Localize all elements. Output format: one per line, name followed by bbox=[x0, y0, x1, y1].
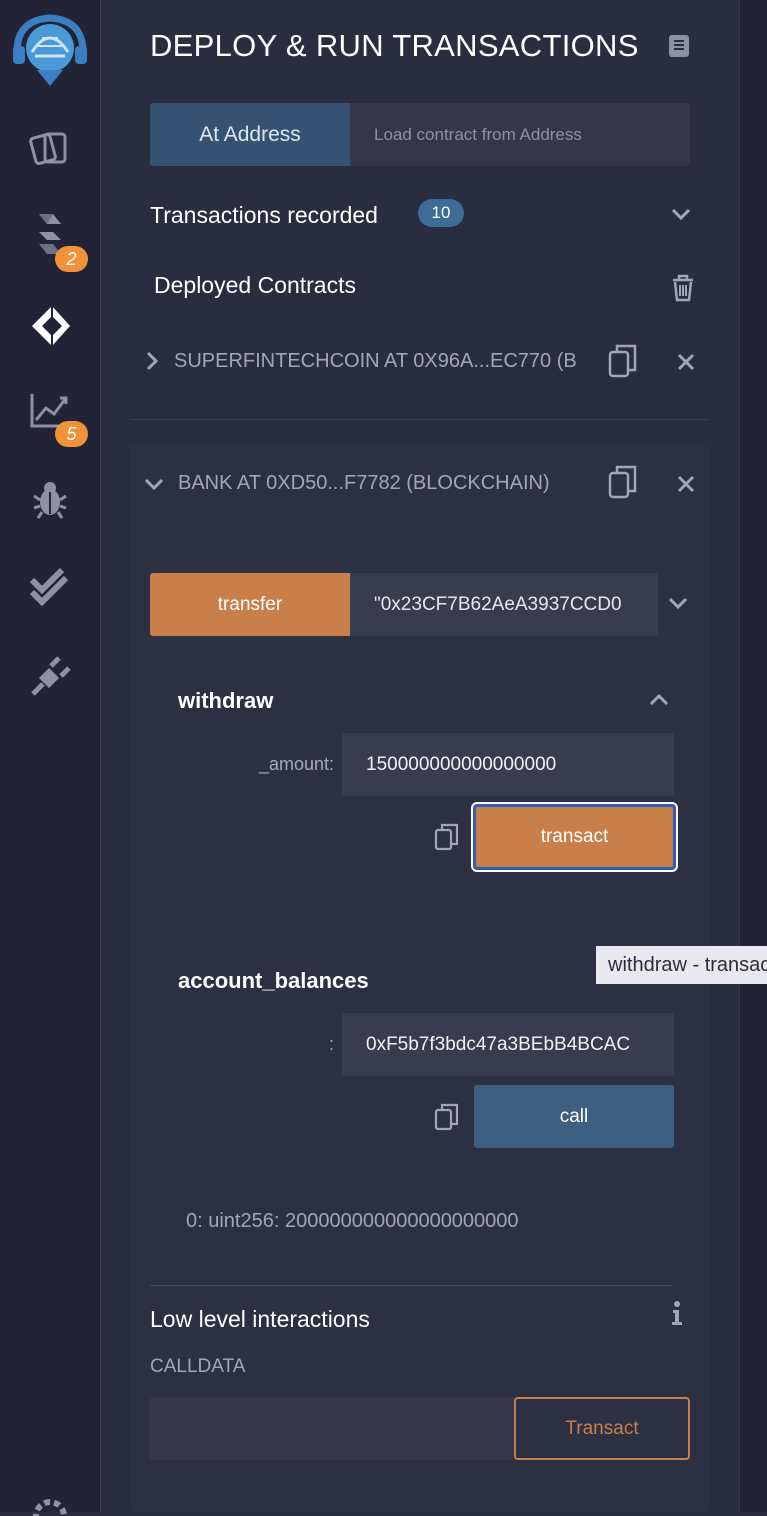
chevron-down-icon[interactable] bbox=[670, 206, 692, 227]
chevron-up-icon[interactable] bbox=[648, 692, 670, 713]
editor-edge bbox=[739, 0, 767, 1512]
transactions-count-badge: 10 bbox=[418, 199, 464, 227]
close-icon[interactable] bbox=[676, 352, 696, 377]
address-param-label: : bbox=[328, 1034, 334, 1054]
testing-icon[interactable] bbox=[0, 566, 100, 606]
divider bbox=[150, 1285, 672, 1286]
calldata-label: CALLDATA bbox=[150, 1356, 246, 1377]
contract-superfintechcoin[interactable]: SUPERFINTECHCOIN AT 0X96A...EC770 (BLOCK… bbox=[174, 350, 578, 373]
remix-logo-icon[interactable] bbox=[0, 12, 100, 88]
deploy-run-icon[interactable] bbox=[0, 302, 100, 350]
copy-address-icon[interactable] bbox=[608, 344, 638, 383]
chevron-down-icon[interactable] bbox=[667, 596, 689, 617]
separator bbox=[130, 419, 708, 420]
low-level-title: Low level interactions bbox=[150, 1306, 370, 1332]
debugger-icon[interactable] bbox=[0, 480, 100, 520]
settings-icon[interactable] bbox=[0, 1496, 100, 1516]
withdraw-title: withdraw bbox=[178, 688, 274, 713]
chevron-down-icon[interactable] bbox=[143, 476, 165, 497]
info-icon[interactable] bbox=[670, 1300, 684, 1331]
chevron-right-icon[interactable] bbox=[144, 350, 160, 377]
transfer-args-input[interactable]: "0x23CF7B62AeA3937CCD0 bbox=[350, 573, 658, 636]
compiler-badge: 2 bbox=[55, 246, 88, 272]
close-icon[interactable] bbox=[676, 474, 696, 499]
copy-calldata-icon[interactable] bbox=[434, 1103, 460, 1136]
transfer-button[interactable]: transfer bbox=[150, 573, 350, 636]
call-button[interactable]: call bbox=[474, 1085, 674, 1148]
calldata-input[interactable] bbox=[150, 1397, 515, 1460]
amount-label: _amount: bbox=[258, 754, 334, 774]
account-address-input[interactable]: 0xF5b7f3bdc47a3BEbB4BCAC bbox=[342, 1013, 674, 1076]
address-input[interactable]: Load contract from Address bbox=[350, 103, 690, 166]
docs-icon[interactable] bbox=[666, 33, 692, 64]
copy-address-icon[interactable] bbox=[608, 465, 638, 504]
copy-calldata-icon[interactable] bbox=[434, 823, 460, 856]
analysis-icon[interactable] bbox=[0, 390, 100, 430]
plugin-manager-icon[interactable] bbox=[0, 656, 100, 698]
call-result: 0: uint256: 200000000000000000000 bbox=[186, 1210, 519, 1232]
withdraw-transact-button[interactable]: transact bbox=[471, 802, 678, 872]
icon-panel: 2 5 bbox=[0, 0, 101, 1516]
account-balances-title: account_balances bbox=[178, 968, 369, 993]
amount-input[interactable]: 150000000000000000 bbox=[342, 733, 674, 796]
at-address-button[interactable]: At Address bbox=[150, 103, 350, 166]
deployed-contracts-label: Deployed Contracts bbox=[154, 272, 356, 298]
panel-title: DEPLOY & RUN TRANSACTIONS bbox=[150, 28, 639, 63]
low-level-transact-button[interactable]: Transact bbox=[514, 1397, 690, 1460]
trash-icon[interactable] bbox=[670, 274, 696, 307]
file-explorer-icon[interactable] bbox=[0, 126, 100, 168]
transactions-recorded-label[interactable]: Transactions recorded bbox=[150, 202, 378, 229]
tooltip: withdraw - transact (not payable) bbox=[596, 946, 767, 984]
analysis-badge: 5 bbox=[55, 421, 88, 447]
contract-bank[interactable]: BANK AT 0XD50...F7782 (BLOCKCHAIN) bbox=[178, 472, 578, 495]
